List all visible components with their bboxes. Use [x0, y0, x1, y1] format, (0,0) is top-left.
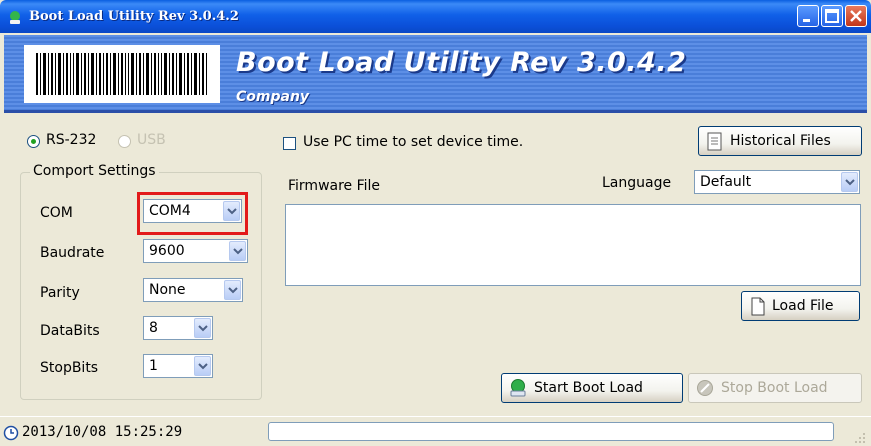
maximize-button[interactable]: [821, 5, 843, 27]
baudrate-select[interactable]: 9600: [143, 239, 248, 263]
parity-value: None: [149, 282, 186, 298]
clock-icon: [3, 425, 19, 441]
app-icon: [10, 11, 20, 24]
main-window: Boot Load Utility Rev 3.0.4.2 Boot Load …: [0, 0, 871, 446]
banner-title: Boot Load Utility Rev 3.0.4.2: [236, 47, 687, 78]
chevron-down-icon[interactable]: [224, 280, 241, 300]
com-highlight-box: [137, 192, 248, 235]
stopbits-select[interactable]: 1: [143, 354, 213, 378]
com-label: COM: [40, 205, 73, 221]
usb-radio[interactable]: [118, 135, 131, 148]
start-boot-load-button[interactable]: Start Boot Load: [501, 373, 683, 403]
firmware-file-path[interactable]: [285, 204, 861, 286]
historical-files-label: Historical Files: [730, 133, 831, 149]
stop-icon: [697, 380, 713, 396]
close-icon: [850, 10, 862, 22]
maximize-icon: [825, 9, 839, 23]
parity-label: Parity: [40, 285, 80, 301]
baudrate-label: Baudrate: [40, 245, 105, 261]
databits-value: 8: [149, 320, 158, 336]
start-boot-load-label: Start Boot Load: [534, 380, 643, 396]
barcode-logo: [24, 45, 220, 103]
rs232-label: RS-232: [46, 132, 97, 148]
header-banner: Boot Load Utility Rev 3.0.4.2 Company: [4, 35, 867, 113]
historical-files-button[interactable]: Historical Files: [698, 126, 862, 156]
use-pc-time-label: Use PC time to set device time.: [303, 134, 524, 150]
firmware-file-label: Firmware File: [288, 178, 381, 194]
load-file-label: Load File: [772, 298, 834, 314]
boot-load-icon: [510, 379, 526, 397]
stop-boot-load-label: Stop Boot Load: [721, 380, 828, 396]
status-bar: 2013/10/08 15:25:29: [0, 416, 871, 446]
parity-select[interactable]: None: [143, 278, 243, 302]
chevron-down-icon[interactable]: [229, 241, 246, 261]
chevron-down-icon[interactable]: [194, 318, 211, 338]
databits-select[interactable]: 8: [143, 316, 213, 340]
chevron-down-icon[interactable]: [841, 172, 858, 192]
minimize-button[interactable]: [797, 5, 819, 27]
title-bar[interactable]: Boot Load Utility Rev 3.0.4.2: [0, 0, 871, 33]
minimize-icon: [803, 19, 810, 22]
banner-subtitle: Company: [236, 89, 310, 105]
resize-grip-icon[interactable]: [851, 429, 867, 445]
document-icon: [707, 132, 722, 151]
window-title: Boot Load Utility Rev 3.0.4.2: [29, 9, 239, 24]
chevron-down-icon[interactable]: [194, 356, 211, 376]
rs232-radio[interactable]: [27, 135, 40, 148]
language-label: Language: [602, 175, 672, 191]
progress-bar: [268, 422, 834, 441]
comport-settings-legend: Comport Settings: [30, 163, 159, 179]
language-select[interactable]: Default: [694, 170, 860, 194]
status-datetime: 2013/10/08 15:25:29: [22, 424, 183, 440]
close-button[interactable]: [845, 5, 867, 27]
stopbits-value: 1: [149, 358, 158, 374]
baudrate-value: 9600: [149, 243, 185, 259]
usb-label: USB: [137, 132, 166, 148]
stop-boot-load-button[interactable]: Stop Boot Load: [688, 373, 862, 403]
file-icon: [751, 297, 765, 316]
language-value: Default: [700, 174, 752, 190]
load-file-button[interactable]: Load File: [741, 291, 860, 321]
databits-label: DataBits: [40, 323, 100, 339]
stopbits-label: StopBits: [40, 360, 99, 376]
use-pc-time-checkbox[interactable]: [283, 137, 296, 150]
